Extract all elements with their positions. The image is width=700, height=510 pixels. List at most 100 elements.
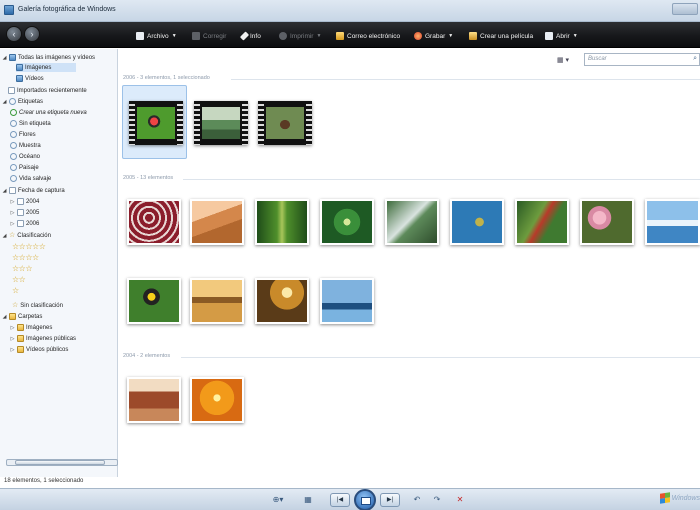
menu-corregir[interactable]: Corregir: [192, 30, 226, 42]
photo-thumbnail[interactable]: [320, 278, 374, 324]
tree-item-videos[interactable]: Vídeos: [16, 74, 44, 83]
tree-item-vida-salvaje[interactable]: Vida salvaje: [10, 174, 51, 183]
scrollbar-thumb[interactable]: [15, 460, 105, 465]
expand-icon[interactable]: ▷: [10, 336, 15, 342]
expand-icon[interactable]: ▷: [10, 210, 15, 216]
menu-archivo[interactable]: Archivo ▼: [136, 30, 177, 42]
star-icon: ☆: [9, 232, 16, 239]
delete-icon[interactable]: ✕: [455, 494, 465, 506]
video-thumbnail[interactable]: [129, 101, 183, 145]
tree-item-3-stars[interactable]: ☆☆☆: [12, 264, 33, 273]
slideshow-button[interactable]: [354, 489, 376, 510]
tree-item-crear-etiqueta[interactable]: Crear una etiqueta nueva: [10, 108, 87, 117]
tree-item-paisaje[interactable]: Paisaje: [10, 163, 39, 172]
tree-item-4-stars[interactable]: ☆☆☆☆: [12, 253, 39, 262]
tree-item-muestra[interactable]: Muestra: [10, 141, 41, 150]
collapse-icon[interactable]: ◢: [2, 314, 7, 320]
window-controls[interactable]: [672, 3, 698, 15]
tree-item-1-star[interactable]: ☆: [12, 286, 19, 295]
new-tag-icon: [10, 109, 17, 116]
forward-button[interactable]: ›: [24, 26, 40, 42]
calendar-icon: [17, 209, 24, 216]
photo-thumbnail[interactable]: [255, 278, 309, 324]
search-icon[interactable]: ⌕: [693, 55, 697, 63]
expand-icon[interactable]: ▷: [10, 325, 15, 331]
expand-icon[interactable]: ▷: [10, 221, 15, 227]
tree-item-imagenes[interactable]: Imágenes: [16, 63, 76, 72]
menu-imprimir[interactable]: Imprimir ▼: [279, 30, 321, 42]
file-icon: [136, 32, 144, 40]
expand-icon[interactable]: ▷: [10, 199, 15, 205]
sidebar-horizontal-scrollbar[interactable]: [6, 459, 118, 466]
tree-item-2006[interactable]: ▷ 2006: [10, 219, 39, 228]
toolbar: ‹ › Archivo ▼ Corregir Info Imprimir ▼ Cor…: [0, 22, 700, 48]
search-input[interactable]: Buscar ⌕: [584, 53, 700, 66]
button-crear-pelicula[interactable]: Crear una película: [469, 30, 533, 42]
tree-item-5-stars[interactable]: ☆☆☆☆☆: [12, 242, 46, 251]
tree-item-2-stars[interactable]: ☆☆: [12, 275, 26, 284]
button-correo[interactable]: Correo electrónico: [336, 30, 400, 42]
expand-icon[interactable]: ▷: [10, 347, 15, 353]
tree-item-c-imagenes[interactable]: ▷ Imágenes: [10, 323, 52, 332]
rotate-right-icon[interactable]: ↷: [432, 494, 442, 506]
photo-thumbnail[interactable]: [190, 278, 244, 324]
next-button[interactable]: ▶|: [380, 493, 400, 507]
group-header-2005[interactable]: 2005 - 13 elementos: [123, 175, 173, 183]
collapse-icon[interactable]: ◢: [2, 188, 7, 194]
video-thumbnail[interactable]: [258, 101, 312, 145]
navigation-controls-bar: ⊕▾ ▦ |◀ ▶| ↶ ↷ ✕ Windows: [0, 488, 700, 510]
actual-size-icon[interactable]: ▦: [302, 494, 314, 506]
photo-thumbnail[interactable]: [127, 199, 181, 245]
photo-thumbnail[interactable]: [515, 199, 569, 245]
tree-item-carpetas[interactable]: ◢ Carpetas: [2, 312, 42, 321]
video-icon: [16, 75, 23, 82]
view-options-button[interactable]: ▦ ▾: [557, 56, 569, 64]
previous-button[interactable]: |◀: [330, 493, 350, 507]
tree-item-fecha[interactable]: ◢ Fecha de captura: [2, 186, 65, 195]
photo-thumbnail[interactable]: [190, 199, 244, 245]
tree-item-clasificacion[interactable]: ◢ ☆ Clasificación: [2, 231, 51, 240]
tree-item-c-videos-publicos[interactable]: ▷ Vídeos públicos: [10, 345, 68, 354]
photo-thumbnail[interactable]: [320, 199, 374, 245]
tag-icon: [10, 175, 17, 182]
button-info[interactable]: Info: [239, 30, 261, 42]
back-button[interactable]: ‹: [6, 26, 22, 42]
archivo-label: Archivo: [147, 32, 169, 40]
group-header-2004[interactable]: 2004 - 2 elementos: [123, 353, 170, 361]
group-divider: [231, 79, 700, 80]
collapse-icon[interactable]: ◢: [2, 99, 7, 105]
photo-thumbnail[interactable]: [127, 278, 181, 324]
photo-thumbnail[interactable]: [450, 199, 504, 245]
video-thumbnail[interactable]: [194, 101, 248, 145]
photo-thumbnail[interactable]: [190, 377, 244, 423]
photo-thumbnail[interactable]: [255, 199, 309, 245]
tree-item-oceano[interactable]: Océano: [10, 152, 40, 161]
tree-item-etiquetas[interactable]: ◢ Etiquetas: [2, 97, 43, 106]
tree-item-c-imagenes-publicas[interactable]: ▷ Imágenes públicas: [10, 334, 76, 343]
tree-label: Todas las imágenes y vídeos: [18, 54, 96, 61]
collapse-icon[interactable]: ◢: [2, 55, 7, 61]
folder-icon: [17, 346, 24, 353]
photo-thumbnail[interactable]: [385, 199, 439, 245]
rating-stars: ☆☆☆☆☆: [12, 242, 46, 251]
photo-thumbnail[interactable]: [127, 377, 181, 423]
group-header-2006[interactable]: 2006 - 3 elementos, 1 seleccionado: [123, 75, 210, 83]
tree-item-sin-clasificacion[interactable]: ☆ Sin clasificación: [12, 301, 63, 310]
tree-item-2004[interactable]: ▷ 2004: [10, 197, 39, 206]
photo-thumbnail[interactable]: [645, 199, 700, 245]
tree-item-2005[interactable]: ▷ 2005: [10, 208, 39, 217]
photo-thumbnail[interactable]: [580, 199, 634, 245]
tree-label: Vídeos públicos: [26, 346, 69, 353]
tree-item-sin-etiqueta[interactable]: Sin etiqueta: [10, 119, 51, 128]
tree-item-all[interactable]: ◢ Todas las imágenes y vídeos: [2, 53, 95, 62]
menu-abrir[interactable]: Abrir ▼: [545, 30, 578, 42]
tree-item-recientes[interactable]: Importados recientemente: [8, 86, 87, 95]
zoom-icon[interactable]: ⊕▾: [270, 494, 286, 506]
tree-label: Importados recientemente: [17, 87, 87, 94]
calendar-icon: [9, 187, 16, 194]
collapse-icon[interactable]: ◢: [2, 233, 7, 239]
video-frame: [202, 107, 240, 139]
menu-grabar[interactable]: Grabar ▼: [414, 30, 453, 42]
tree-item-flores[interactable]: Flores: [10, 130, 36, 139]
rotate-left-icon[interactable]: ↶: [412, 494, 422, 506]
